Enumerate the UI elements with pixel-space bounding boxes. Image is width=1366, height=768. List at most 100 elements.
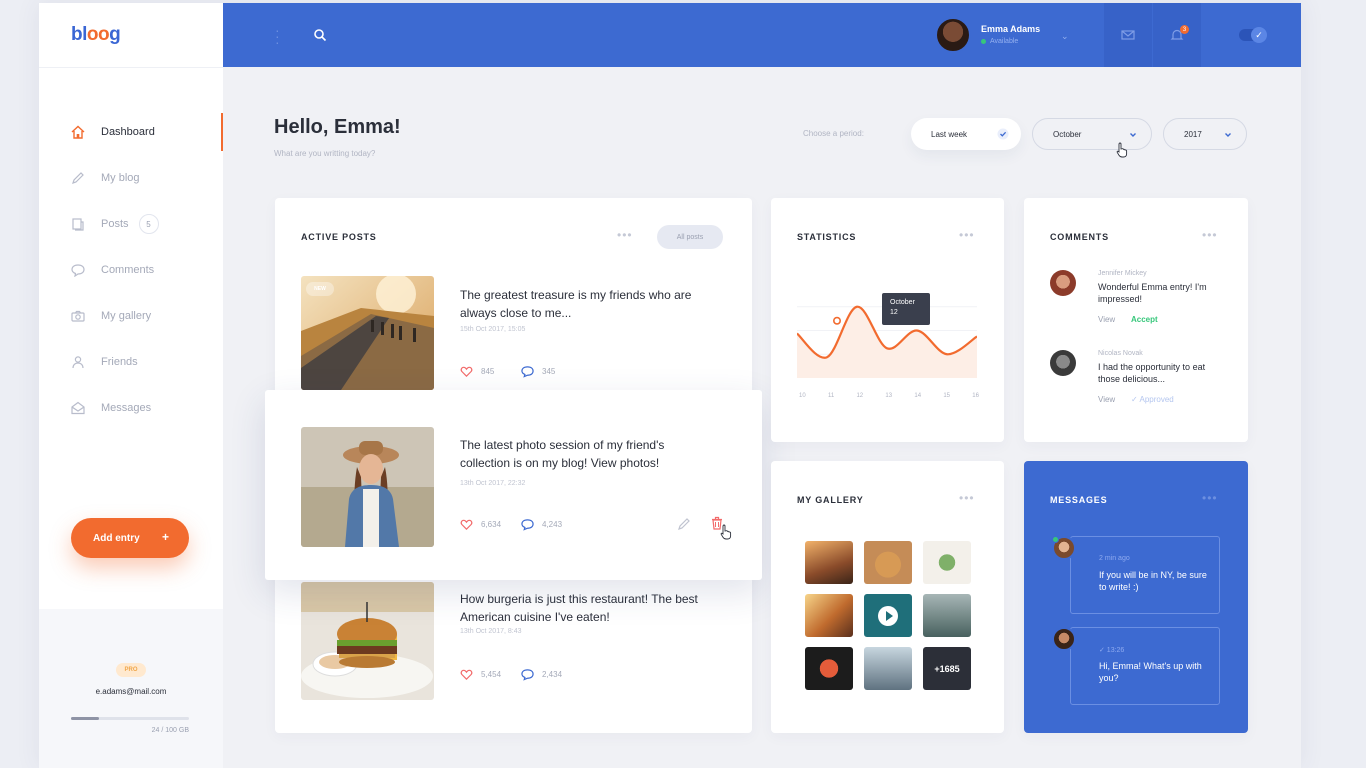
heart-icon bbox=[460, 519, 473, 530]
more-options-icon[interactable]: ••• bbox=[617, 228, 633, 242]
statistics-title: STATISTICS bbox=[797, 232, 857, 242]
heart-icon bbox=[460, 366, 473, 377]
notifications-button[interactable]: 3 bbox=[1153, 3, 1201, 67]
message-bubble[interactable]: 2 min ago If you will be in NY, be sure … bbox=[1070, 536, 1220, 614]
post-item-hovered[interactable]: The latest photo session of my friend's … bbox=[265, 390, 762, 580]
post-image-road[interactable]: NEW bbox=[301, 276, 434, 390]
more-options-icon[interactable]: ••• bbox=[1202, 228, 1218, 242]
more-options-icon[interactable]: ••• bbox=[1202, 491, 1218, 505]
sidebar-item-label: Dashboard bbox=[101, 126, 155, 138]
gallery-thumb[interactable] bbox=[805, 594, 853, 637]
new-badge: NEW bbox=[306, 282, 334, 296]
posts-count-badge: 5 bbox=[138, 214, 159, 234]
comment-icon bbox=[521, 366, 534, 378]
sidebar: bloog Dashboard My blog Posts 5 Comments… bbox=[39, 3, 223, 768]
sidebar-item-label: Messages bbox=[101, 402, 152, 414]
pen-icon bbox=[71, 171, 85, 185]
notification-badge: 3 bbox=[1180, 25, 1189, 34]
add-entry-button[interactable]: Add entry + bbox=[71, 518, 189, 558]
comment-author[interactable]: Jennifer Mickey bbox=[1098, 270, 1147, 277]
user-email: e.adams@mail.com bbox=[95, 687, 167, 696]
period-week-button[interactable]: Last week bbox=[911, 118, 1021, 150]
post-date: 13th Oct 2017, 22:32 bbox=[460, 480, 526, 487]
comment-icon bbox=[521, 669, 534, 681]
view-button[interactable]: View bbox=[1098, 315, 1115, 324]
likes-stat[interactable]: 845 bbox=[460, 365, 494, 378]
comments-stat[interactable]: 4,243 bbox=[521, 518, 562, 531]
gallery-video-thumb[interactable] bbox=[864, 594, 912, 637]
menu-dots-icon[interactable]: · · · bbox=[275, 23, 280, 49]
sidebar-item-messages[interactable]: Messages bbox=[39, 385, 223, 431]
view-button[interactable]: View bbox=[1098, 395, 1115, 404]
post-date: 15th Oct 2017, 15:05 bbox=[460, 326, 526, 333]
year-select-value: 2017 bbox=[1184, 129, 1202, 139]
app-frame: bloog Dashboard My blog Posts 5 Comments… bbox=[39, 3, 1301, 768]
user-name[interactable]: Emma Adams bbox=[981, 24, 1040, 34]
storage-progress-fill bbox=[71, 717, 100, 720]
comments-stat[interactable]: 2,434 bbox=[521, 668, 562, 681]
sidebar-item-friends[interactable]: Friends bbox=[39, 339, 223, 385]
gallery-thumb[interactable] bbox=[923, 541, 971, 584]
post-image-portrait[interactable] bbox=[301, 427, 434, 547]
post-title[interactable]: The greatest treasure is my friends who … bbox=[460, 286, 700, 322]
avatar[interactable] bbox=[1050, 270, 1076, 296]
storage-progress bbox=[71, 717, 189, 720]
sidebar-item-my-gallery[interactable]: My gallery bbox=[39, 293, 223, 339]
avatar[interactable] bbox=[1050, 350, 1076, 376]
hand-cursor-icon bbox=[1116, 142, 1128, 158]
x-tick-label: 15 bbox=[943, 393, 950, 399]
sidebar-item-comments[interactable]: Comments bbox=[39, 247, 223, 293]
logo[interactable]: bloog bbox=[71, 24, 121, 46]
likes-stat[interactable]: 5,454 bbox=[460, 668, 501, 681]
post-title[interactable]: How burgeria is just this restaurant! Th… bbox=[460, 590, 700, 626]
likes-stat[interactable]: 6,634 bbox=[460, 518, 501, 531]
edit-icon[interactable] bbox=[677, 517, 691, 531]
more-options-icon[interactable]: ••• bbox=[959, 228, 975, 242]
comments-card: COMMENTS ••• Jennifer Mickey Wonderful E… bbox=[1024, 198, 1248, 442]
period-label: Choose a period: bbox=[803, 129, 864, 138]
x-tick-label: 11 bbox=[827, 393, 835, 399]
chevron-down-icon[interactable]: ⌄ bbox=[1061, 31, 1069, 42]
chart-highlight-point[interactable] bbox=[832, 316, 841, 325]
camera-icon bbox=[71, 309, 85, 323]
message-text: If you will be in NY, be sure to write! … bbox=[1099, 570, 1207, 592]
x-tick-label: 12 bbox=[856, 393, 864, 399]
gallery-thumb[interactable] bbox=[805, 541, 853, 584]
page-subtitle: What are you writting today? bbox=[274, 149, 376, 158]
comment-author[interactable]: Nicolas Novak bbox=[1098, 350, 1143, 357]
gallery-thumb[interactable] bbox=[864, 647, 912, 690]
sidebar-item-label: Friends bbox=[101, 356, 138, 368]
avatar[interactable] bbox=[1052, 627, 1076, 651]
post-image-burger[interactable] bbox=[301, 582, 434, 700]
sidebar-item-label: Posts bbox=[101, 218, 129, 230]
page-title: Hello, Emma! bbox=[274, 116, 401, 138]
month-select[interactable]: October bbox=[1032, 118, 1152, 150]
all-posts-button[interactable]: All posts bbox=[657, 225, 723, 249]
gallery-thumb[interactable] bbox=[923, 594, 971, 637]
gallery-thumb[interactable] bbox=[864, 541, 912, 584]
comments-stat[interactable]: 345 bbox=[521, 365, 555, 378]
user-icon bbox=[71, 355, 85, 369]
sidebar-item-dashboard[interactable]: Dashboard bbox=[39, 109, 223, 155]
user-avatar[interactable] bbox=[935, 17, 971, 53]
message-bubble[interactable]: ✓ 13:26 Hi, Emma! What's up with you? bbox=[1070, 627, 1220, 705]
approved-status: ✓ Approved bbox=[1131, 395, 1174, 404]
accept-button[interactable]: Accept bbox=[1131, 315, 1158, 324]
theme-toggle[interactable]: ✓ bbox=[1239, 27, 1267, 43]
more-options-icon[interactable]: ••• bbox=[959, 491, 975, 505]
search-icon[interactable] bbox=[313, 28, 327, 42]
messages-icon bbox=[71, 401, 85, 415]
home-icon bbox=[71, 125, 85, 139]
post-title[interactable]: The latest photo session of my friend's … bbox=[460, 436, 700, 472]
gallery-thumb[interactable] bbox=[805, 647, 853, 690]
gallery-more-button[interactable]: +1685 bbox=[923, 647, 971, 690]
year-select[interactable]: 2017 bbox=[1163, 118, 1247, 150]
mail-button[interactable] bbox=[1104, 3, 1152, 67]
message-time: ✓ 13:26 bbox=[1099, 647, 1125, 654]
chevron-down-icon bbox=[1225, 133, 1231, 137]
sidebar-item-my-blog[interactable]: My blog bbox=[39, 155, 223, 201]
sidebar-item-posts[interactable]: Posts 5 bbox=[39, 201, 223, 247]
avatar[interactable] bbox=[1052, 536, 1076, 560]
chart-tooltip: October 12 bbox=[882, 293, 930, 325]
play-icon[interactable] bbox=[878, 606, 898, 626]
